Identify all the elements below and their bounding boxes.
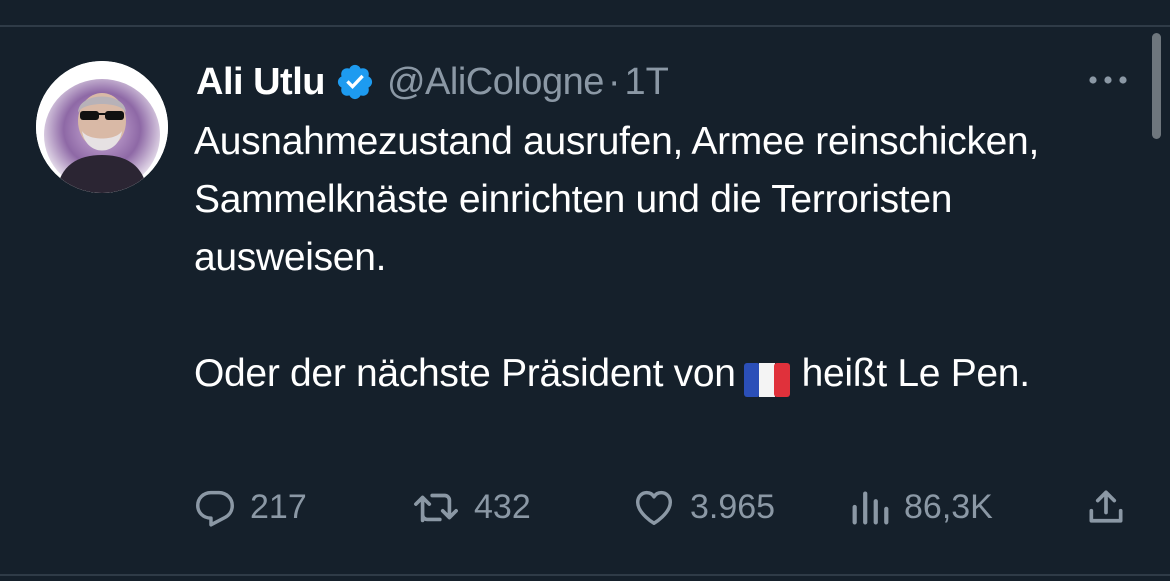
views-count: 86,3K [904,487,993,526]
reply-button[interactable]: 217 [192,484,307,530]
retweet-icon [410,484,462,530]
tweet-header: Ali Utlu @AliCologne · 1T [196,56,669,108]
tweet-text-after-flag: heißt Le Pen. [801,352,1030,395]
bottom-divider [0,574,1170,576]
like-count: 3.965 [690,487,776,526]
tweet-paragraph-2: Oder der nächste Präsident von heißt Le P… [194,345,1104,403]
views-chart-icon [848,484,892,530]
tweet-text-before-flag: Oder der nächste Präsident von [194,352,736,395]
share-button[interactable] [1084,484,1128,530]
retweet-button[interactable]: 432 [410,484,531,530]
views-button[interactable]: 86,3K [848,484,993,530]
retweet-count: 432 [474,487,531,526]
avatar[interactable] [36,61,168,193]
reply-icon [192,484,238,530]
tweet-view: Ali Utlu @AliCologne · 1T Ausnahmezustan… [0,0,1170,581]
tweet-paragraph-1: Ausnahmezustand ausrufen, Armee reinschi… [194,120,1039,279]
display-name[interactable]: Ali Utlu [196,61,325,104]
heart-icon [630,484,678,530]
separator-dot: · [607,60,621,103]
like-button[interactable]: 3.965 [630,484,775,530]
user-handle[interactable]: @AliCologne [387,61,604,104]
tweet-text: Ausnahmezustand ausrufen, Armee reinschi… [194,113,1104,403]
verified-badge-icon[interactable] [335,62,375,102]
tweet-actions: 217 432 3.965 86,3K [0,484,1170,530]
share-icon [1084,484,1128,530]
timestamp[interactable]: 1T [625,61,669,104]
france-flag-icon [743,356,790,397]
top-divider [0,25,1170,27]
scrollbar[interactable] [1152,33,1161,139]
reply-count: 217 [250,487,307,526]
more-options-icon[interactable] [1084,70,1132,90]
